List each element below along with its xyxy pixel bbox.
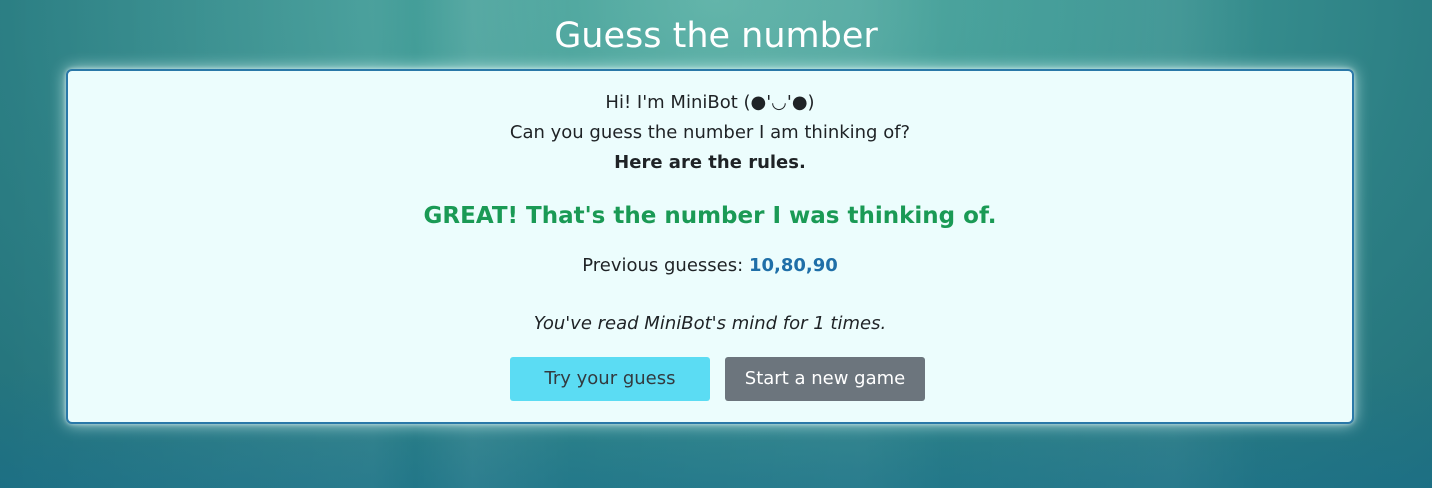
rules-link[interactable]: Here are the rules. <box>68 151 1352 175</box>
try-guess-button[interactable]: Try your guess <box>510 357 710 401</box>
intro-greeting: Hi! I'm MiniBot (●'◡'●) <box>605 92 815 113</box>
previous-guesses-label: Previous guesses: <box>582 255 744 276</box>
intro-question: Can you guess the number I am thinking o… <box>509 122 911 143</box>
game-card: Hi! I'm MiniBot (●'◡'●) Can you guess th… <box>66 69 1354 424</box>
score-text: You've read MiniBot's mind for 1 times. <box>533 313 887 334</box>
result-message: GREAT! That's the number I was thinking … <box>423 203 997 229</box>
new-game-button[interactable]: Start a new game <box>725 357 925 401</box>
previous-guesses-row: Previous guesses: 10,80,90 <box>68 254 1352 278</box>
previous-guesses-values: 10,80,90 <box>748 255 838 276</box>
page-title: Guess the number <box>554 16 878 56</box>
